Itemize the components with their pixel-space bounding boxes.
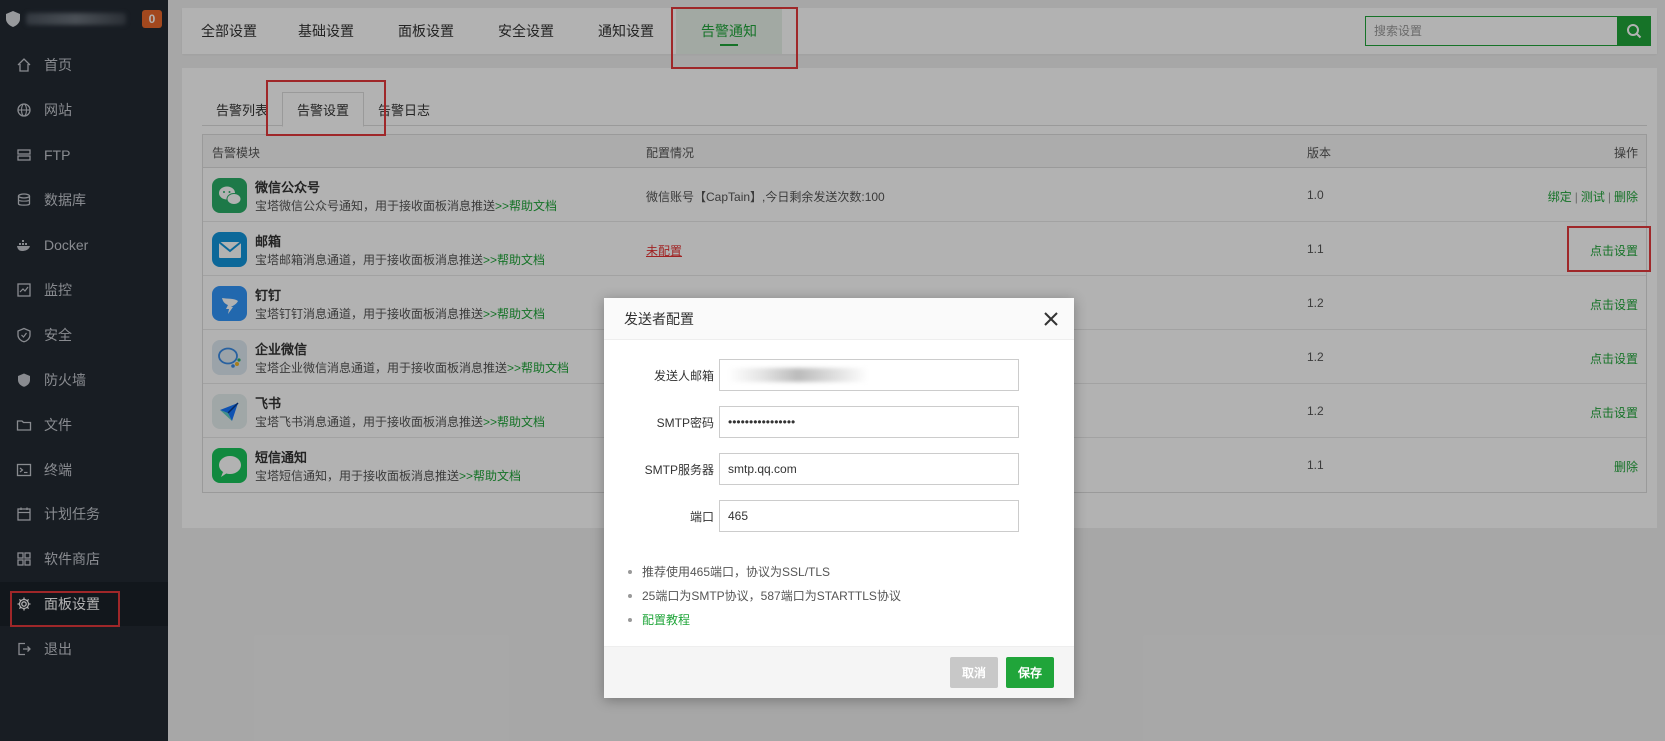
- dialog-footer: 取消 保存: [604, 646, 1074, 698]
- close-icon[interactable]: [1042, 310, 1060, 328]
- port-input[interactable]: 465: [719, 500, 1019, 532]
- field-sender-email: 发送人邮箱: [604, 359, 1074, 391]
- config-tutorial-link[interactable]: 配置教程: [628, 608, 901, 632]
- smtp-password-input[interactable]: ••••••••••••••••: [719, 406, 1019, 438]
- port-label: 端口: [689, 510, 714, 524]
- save-button[interactable]: 保存: [1006, 657, 1054, 688]
- sender-email-label: 发送人邮箱: [653, 369, 714, 383]
- cancel-button[interactable]: 取消: [950, 657, 998, 688]
- blurred-email: [728, 368, 868, 382]
- field-smtp-password: SMTP密码 ••••••••••••••••: [604, 406, 1074, 438]
- field-port: 端口 465: [604, 500, 1074, 532]
- dialog-title: 发送者配置: [604, 298, 1074, 340]
- tip-item: 25端口为SMTP协议，587端口为STARTTLS协议: [628, 584, 901, 608]
- tip-item: 推荐使用465端口，协议为SSL/TLS: [628, 560, 901, 584]
- sender-email-input[interactable]: [719, 359, 1019, 391]
- tips-list: 推荐使用465端口，协议为SSL/TLS 25端口为SMTP协议，587端口为S…: [628, 560, 901, 632]
- smtp-server-label: SMTP服务器: [644, 463, 714, 477]
- smtp-server-input[interactable]: smtp.qq.com: [719, 453, 1019, 485]
- sender-config-dialog: 发送者配置 发送人邮箱 SMTP密码 •••••••••••••••• SMTP…: [604, 298, 1074, 698]
- smtp-password-label: SMTP密码: [656, 416, 714, 430]
- field-smtp-server: SMTP服务器 smtp.qq.com: [604, 453, 1074, 485]
